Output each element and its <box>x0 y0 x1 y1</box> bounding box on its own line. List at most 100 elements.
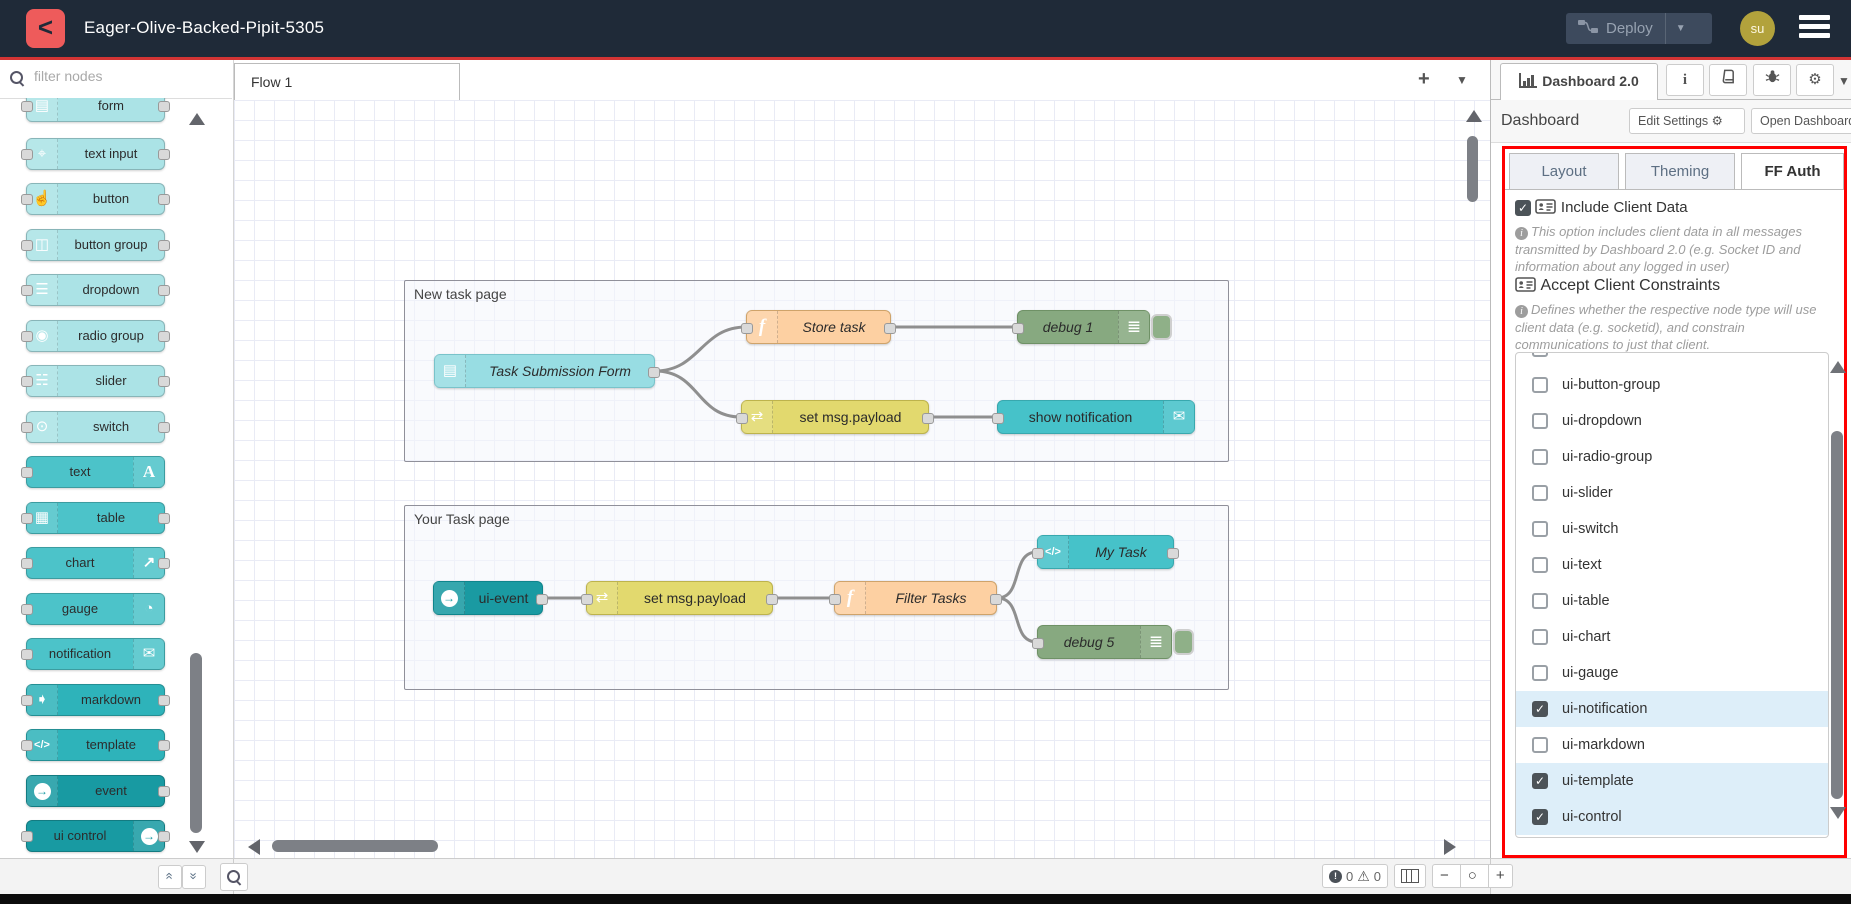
palette-node-table[interactable]: ▦table <box>26 502 165 534</box>
node-type-row-ui-notification[interactable]: ✓ui-notification <box>1516 691 1828 727</box>
main-menu-button[interactable] <box>1799 15 1830 42</box>
node-type-row-ui-table[interactable]: ui-table <box>1516 583 1828 619</box>
checkbox[interactable] <box>1532 521 1548 537</box>
node-type-row-ui-gauge[interactable]: ui-gauge <box>1516 655 1828 691</box>
palette-node-text-input[interactable]: ⌖text input <box>26 138 165 170</box>
sidebar-scroll-up[interactable] <box>1830 361 1846 373</box>
node-type-row-ui-control[interactable]: ✓ui-control <box>1516 799 1828 835</box>
output-port[interactable] <box>1167 548 1179 559</box>
help-tab-button[interactable] <box>1709 64 1747 96</box>
sidebar-resize-divider[interactable] <box>1490 60 1491 858</box>
palette-scroll-up[interactable] <box>189 113 205 125</box>
node-type-row-ui-text[interactable]: ui-text <box>1516 547 1828 583</box>
user-avatar[interactable]: su <box>1740 11 1775 46</box>
node-show-notification[interactable]: ✉show notification <box>997 400 1195 434</box>
palette-node-radio-group[interactable]: ◉radio group <box>26 320 165 352</box>
checkbox[interactable] <box>1532 485 1548 501</box>
output-port[interactable] <box>648 367 660 378</box>
deploy-button[interactable]: Deploy ▼ <box>1566 13 1712 44</box>
tab-theming[interactable]: Theming <box>1625 153 1735 190</box>
checkbox[interactable] <box>1532 413 1548 429</box>
palette-node-ui-control[interactable]: →ui control <box>26 820 165 852</box>
node-debug-1[interactable]: ≣debug 1 <box>1017 310 1150 344</box>
node-type-row-ui-button[interactable]: ui-button <box>1516 353 1828 367</box>
palette-node-slider[interactable]: ☵slider <box>26 365 165 397</box>
input-port[interactable] <box>741 323 753 334</box>
node-type-row-ui-dropdown[interactable]: ui-dropdown <box>1516 403 1828 439</box>
zoom-out-button[interactable]: − <box>1433 865 1456 887</box>
checkbox[interactable] <box>1532 377 1548 393</box>
node-set-msg-payload-1[interactable]: ⇄set msg.payload <box>741 400 929 434</box>
palette-node-chart[interactable]: ↗chart <box>26 547 165 579</box>
palette-node-button-group[interactable]: ◫button group <box>26 229 165 261</box>
input-port[interactable] <box>1032 548 1044 559</box>
node-type-row-ui-switch[interactable]: ui-switch <box>1516 511 1828 547</box>
tab-ff-auth[interactable]: FF Auth <box>1741 153 1844 190</box>
palette-node-markdown[interactable]: ➧markdown <box>26 684 165 716</box>
node-set-msg-payload-2[interactable]: ⇄set msg.payload <box>586 581 773 615</box>
tab-dashboard-2[interactable]: Dashboard 2.0 <box>1500 63 1658 100</box>
input-port[interactable] <box>829 594 841 605</box>
palette-collapse-all-button[interactable]: « <box>158 865 182 889</box>
checkbox[interactable] <box>1532 593 1548 609</box>
checkbox[interactable] <box>1532 449 1548 465</box>
include-client-data-checkbox[interactable]: ✓ <box>1515 200 1531 216</box>
notifications-summary[interactable]: !0 ⚠0 <box>1322 864 1388 888</box>
node-type-row-ui-chart[interactable]: ui-chart <box>1516 619 1828 655</box>
node-type-row-ui-button-group[interactable]: ui-button-group <box>1516 367 1828 403</box>
debug-tab-button[interactable] <box>1753 64 1791 96</box>
config-tab-button[interactable]: ⚙ <box>1796 64 1834 96</box>
checkbox[interactable]: ✓ <box>1532 773 1548 789</box>
output-port[interactable] <box>884 323 896 334</box>
checkbox[interactable] <box>1532 665 1548 681</box>
checkbox[interactable]: ✓ <box>1532 701 1548 717</box>
palette-node-event[interactable]: →event <box>26 775 165 807</box>
zoom-reset-button[interactable]: ○ <box>1460 865 1484 887</box>
palette-scroll-down[interactable] <box>189 841 205 853</box>
checkbox[interactable]: ✓ <box>1532 809 1548 825</box>
input-port[interactable] <box>736 413 748 424</box>
palette-search[interactable] <box>0 60 232 99</box>
checkbox[interactable] <box>1532 737 1548 753</box>
node-ui-event[interactable]: →ui-event <box>433 581 543 615</box>
canvas-vscrollbar-thumb[interactable] <box>1467 136 1478 202</box>
output-port[interactable] <box>766 594 778 605</box>
canvas-hscrollbar-thumb[interactable] <box>272 840 438 852</box>
palette-node-switch[interactable]: ⊙switch <box>26 411 165 443</box>
sidebar-more-tabs-caret-icon[interactable]: ▼ <box>1838 74 1850 88</box>
palette-expand-all-button[interactable]: » <box>182 865 206 889</box>
output-port[interactable] <box>536 594 548 605</box>
open-dashboard-button[interactable]: Open Dashboard ⧉ <box>1751 108 1851 134</box>
palette-node-template[interactable]: </>template <box>26 729 165 761</box>
canvas-scroll-left[interactable] <box>248 839 260 855</box>
node-type-row-ui-template[interactable]: ✓ui-template <box>1516 763 1828 799</box>
input-port[interactable] <box>581 594 593 605</box>
node-filter-tasks[interactable]: fFilter Tasks <box>834 581 997 615</box>
palette-node-text[interactable]: Atext <box>26 456 165 488</box>
checkbox[interactable] <box>1532 353 1548 357</box>
palette-node-button[interactable]: ☝button <box>26 183 165 215</box>
sidebar-scroll-down[interactable] <box>1830 807 1846 819</box>
input-port[interactable] <box>1032 638 1044 649</box>
debug-enable-toggle[interactable] <box>1173 629 1194 655</box>
flow-canvas[interactable]: New task page Your Task page <box>234 100 1490 858</box>
palette-scrollbar-thumb[interactable] <box>190 653 202 833</box>
palette-node-gauge[interactable]: ◔gauge <box>26 593 165 625</box>
palette-node-notification[interactable]: ✉notification <box>26 638 165 670</box>
edit-settings-button[interactable]: Edit Settings ⚙ <box>1629 108 1745 134</box>
node-debug-5[interactable]: ≣debug 5 <box>1037 625 1172 659</box>
sidebar-scrollbar-thumb[interactable] <box>1831 431 1843 799</box>
tab-flow-1[interactable]: Flow 1 <box>234 63 460 100</box>
canvas-scroll-up[interactable] <box>1466 110 1482 122</box>
checkbox[interactable] <box>1532 629 1548 645</box>
add-flow-button[interactable]: + <box>1418 68 1430 91</box>
node-type-row-ui-slider[interactable]: ui-slider <box>1516 475 1828 511</box>
deploy-options-caret-icon[interactable]: ▼ <box>1665 13 1696 44</box>
output-port[interactable] <box>922 413 934 424</box>
zoom-in-button[interactable]: + <box>1488 865 1512 887</box>
search-flows-button[interactable] <box>220 863 248 891</box>
tab-layout[interactable]: Layout <box>1509 153 1619 190</box>
input-port[interactable] <box>1012 323 1024 334</box>
node-task-submission-form[interactable]: ▤Task Submission Form <box>434 354 655 388</box>
info-tab-button[interactable]: i <box>1666 64 1704 96</box>
